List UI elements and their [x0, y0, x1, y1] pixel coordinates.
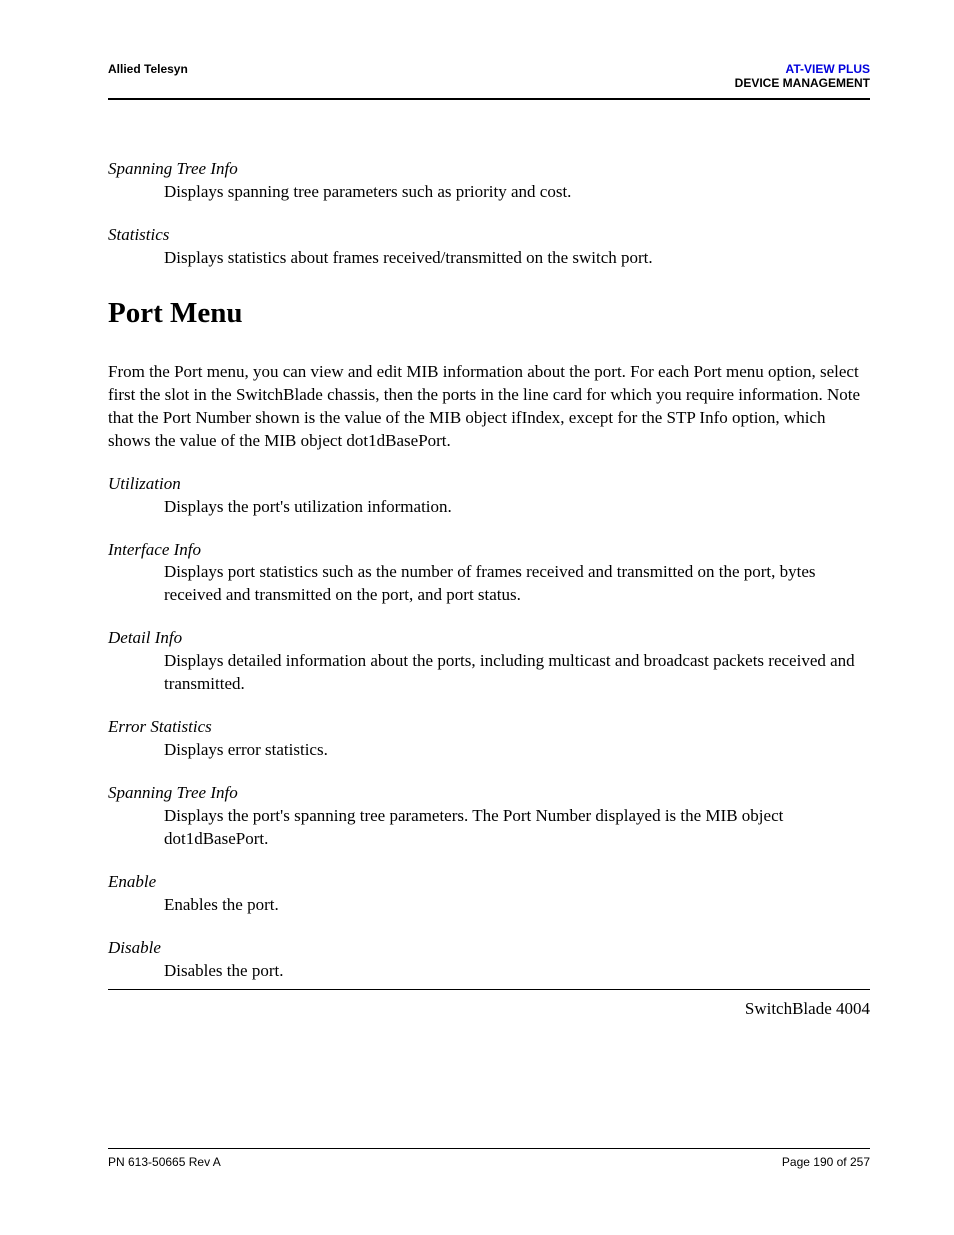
definition-item: Detail Info Displays detailed informatio…	[108, 627, 870, 696]
definition-term: Error Statistics	[108, 716, 870, 739]
section-heading: Port Menu	[108, 294, 870, 333]
footer-part-number: PN 613-50665 Rev A	[108, 1155, 221, 1169]
definition-term: Disable	[108, 937, 870, 960]
header-product-name: AT-VIEW PLUS	[735, 62, 870, 76]
definition-term: Enable	[108, 871, 870, 894]
definition-item: Utilization Displays the port's utilizat…	[108, 473, 870, 519]
definition-item: Disable Disables the port.	[108, 937, 870, 983]
definition-item: Statistics Displays statistics about fra…	[108, 224, 870, 270]
definition-description: Displays detailed information about the …	[164, 650, 870, 696]
definition-description: Disables the port.	[164, 960, 870, 983]
definition-item: Enable Enables the port.	[108, 871, 870, 917]
page-content: Spanning Tree Info Displays spanning tre…	[108, 158, 870, 1021]
footer-page-number: Page 190 of 257	[782, 1155, 870, 1169]
definition-description: Displays statistics about frames receive…	[164, 247, 870, 270]
definition-description: Enables the port.	[164, 894, 870, 917]
definition-term: Spanning Tree Info	[108, 158, 870, 181]
definition-description: Displays spanning tree parameters such a…	[164, 181, 870, 204]
definition-term: Interface Info	[108, 539, 870, 562]
definition-description: Displays the port's utilization informat…	[164, 496, 870, 519]
page-header: Allied Telesyn AT-VIEW PLUS DEVICE MANAG…	[108, 62, 870, 100]
separator-line	[108, 989, 870, 990]
definition-description: Displays the port's spanning tree parame…	[164, 805, 870, 851]
definition-item: Spanning Tree Info Displays spanning tre…	[108, 158, 870, 204]
definition-item: Interface Info Displays port statistics …	[108, 539, 870, 608]
model-label: SwitchBlade 4004	[108, 998, 870, 1021]
definition-term: Spanning Tree Info	[108, 782, 870, 805]
header-product: AT-VIEW PLUS DEVICE MANAGEMENT	[735, 62, 870, 90]
definition-term: Utilization	[108, 473, 870, 496]
definition-description: Displays port statistics such as the num…	[164, 561, 870, 607]
definition-item: Spanning Tree Info Displays the port's s…	[108, 782, 870, 851]
definition-description: Displays error statistics.	[164, 739, 870, 762]
definition-term: Statistics	[108, 224, 870, 247]
header-company: Allied Telesyn	[108, 62, 188, 76]
definition-item: Error Statistics Displays error statisti…	[108, 716, 870, 762]
header-section-name: DEVICE MANAGEMENT	[735, 76, 870, 90]
section-paragraph: From the Port menu, you can view and edi…	[108, 361, 870, 453]
definition-term: Detail Info	[108, 627, 870, 650]
page-footer: PN 613-50665 Rev A Page 190 of 257	[108, 1148, 870, 1169]
